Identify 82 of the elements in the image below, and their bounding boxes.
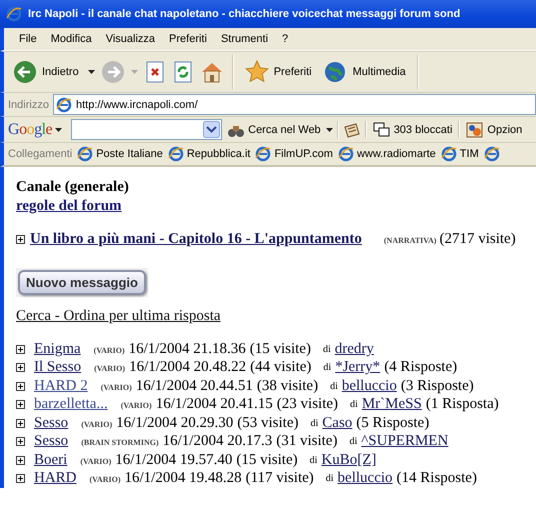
post-date: 16/1/2004 20.48.22 [129, 359, 246, 376]
author-prefix: di [349, 436, 358, 448]
author-prefix: di [350, 399, 358, 410]
thread-title-link[interactable]: barzelletta... [34, 396, 108, 414]
author-prefix: di [310, 418, 318, 429]
category-label: (VARIO) [90, 475, 120, 484]
visit-count: (44 visite) [250, 359, 312, 376]
bookmark-link[interactable]: Repubblica.it [168, 146, 250, 162]
visit-count: (15 visite) [236, 452, 298, 469]
category-label: (BRAIN STORMING) [81, 438, 159, 448]
visit-count: (15 visite) [250, 340, 311, 358]
category-label: (VARIO) [80, 456, 112, 466]
visit-count: (53 visite) [237, 414, 298, 432]
bookmark-link[interactable]: www.radiomarte [338, 146, 436, 162]
address-field[interactable]: http://www.ircnapoli.com/ [52, 94, 536, 115]
author-link[interactable]: *Jerry* [335, 359, 380, 376]
category-label: (VARIO) [120, 401, 152, 410]
menu-item[interactable]: File [12, 33, 44, 45]
post-date: 16/1/2004 21.18.36 [128, 340, 246, 358]
post-date: 16/1/2004 20.41.15 [156, 396, 273, 414]
thread-title-link[interactable]: Un libro a più mani - Capitolo 16 - L'appuntamento [30, 231, 366, 248]
category-label: (VARIO) [100, 382, 132, 392]
category-label: (NARRATIVA) [384, 236, 436, 245]
popup-blocker-button[interactable]: 303 bloccati [370, 120, 454, 138]
address-label: Indirizzo [8, 98, 49, 110]
author-link[interactable]: ^SUPERMEN [361, 433, 448, 450]
bookmark-link[interactable]: TIM [440, 146, 479, 162]
visit-count: (38 visite) [256, 378, 318, 395]
thread-title-link[interactable]: Sesso [34, 414, 68, 432]
reply-count: (5 Risposte) [356, 414, 430, 432]
author-prefix: di [330, 380, 338, 392]
bookmark-link[interactable]: FilmUP.com [255, 146, 333, 162]
visit-count: (2717 visite) [439, 231, 516, 248]
author-prefix: di [326, 473, 334, 484]
menu-item[interactable]: Strumenti [214, 33, 276, 45]
menu-item[interactable]: Preferiti [162, 33, 214, 45]
options-button[interactable]: Opzion [464, 120, 524, 138]
google-logo[interactable]: Google [8, 120, 52, 138]
post-date: 16/1/2004 20.29.30 [116, 414, 234, 432]
window-title: Irc Napoli - il canale chat napoletano - chiacchiere voicechat messaggi forum sond [28, 8, 460, 20]
back-button[interactable]: Indietro [10, 58, 82, 86]
bookmark-link[interactable]: Poste Italiane [77, 146, 163, 162]
favorites-button[interactable]: Preferiti [242, 58, 315, 86]
thread-title-link[interactable]: Sesso [34, 433, 68, 450]
reply-count: (4 Risposte) [384, 359, 458, 376]
author-link[interactable]: dredry [334, 340, 374, 358]
channel-heading: Canale (generale) [16, 178, 130, 197]
thread-title-link[interactable]: HARD [34, 470, 77, 488]
menu-item[interactable]: ? [275, 33, 296, 45]
category-label: (VARIO) [94, 346, 125, 355]
author-prefix: di [322, 344, 331, 355]
reply-count: (14 Risposte) [396, 470, 477, 488]
reply-count: (1 Risposta) [426, 396, 499, 414]
author-link[interactable]: Caso [322, 414, 352, 432]
search-sort-link[interactable]: Cerca - Ordina per ultima risposta [16, 307, 221, 325]
new-message-button[interactable]: Nuovo messaggio [18, 270, 146, 295]
category-label: (VARIO) [81, 420, 112, 429]
thread-title-link[interactable]: Il Sesso [34, 359, 82, 376]
visit-count: (23 visite) [276, 396, 338, 414]
author-prefix: di [310, 454, 318, 466]
author-prefix: di [323, 362, 332, 374]
menu-item[interactable]: Modifica [44, 33, 99, 45]
thread-title-link[interactable]: HARD 2 [34, 378, 88, 395]
post-date: 16/1/2004 20.44.51 [136, 378, 253, 395]
links-label: Collegamenti [8, 148, 72, 160]
thread-title-link[interactable]: Enigma [34, 340, 81, 358]
author-link[interactable]: belluccio [338, 470, 393, 488]
author-link[interactable]: KuBo[Z] [321, 452, 376, 469]
media-button[interactable]: Multimedia [320, 58, 409, 86]
rules-link[interactable]: regole del forum [16, 197, 122, 216]
menu-item[interactable]: Visualizza [98, 33, 162, 45]
search-web-button[interactable]: Cerca nel Web [225, 120, 323, 138]
post-date: 16/1/2004 20.17.3 [162, 433, 272, 450]
reply-count: (3 Risposte) [400, 378, 474, 395]
visit-count: (31 visite) [276, 433, 338, 450]
visit-count: (117 visite) [246, 470, 314, 488]
post-date: 16/1/2004 19.48.28 [124, 470, 242, 488]
author-link[interactable]: belluccio [342, 378, 397, 395]
thread-title-link[interactable]: Boeri [34, 452, 68, 469]
author-link[interactable]: Mr`MeSS [362, 396, 422, 414]
category-label: (VARIO) [94, 364, 126, 374]
post-date: 16/1/2004 19.57.40 [115, 452, 232, 469]
